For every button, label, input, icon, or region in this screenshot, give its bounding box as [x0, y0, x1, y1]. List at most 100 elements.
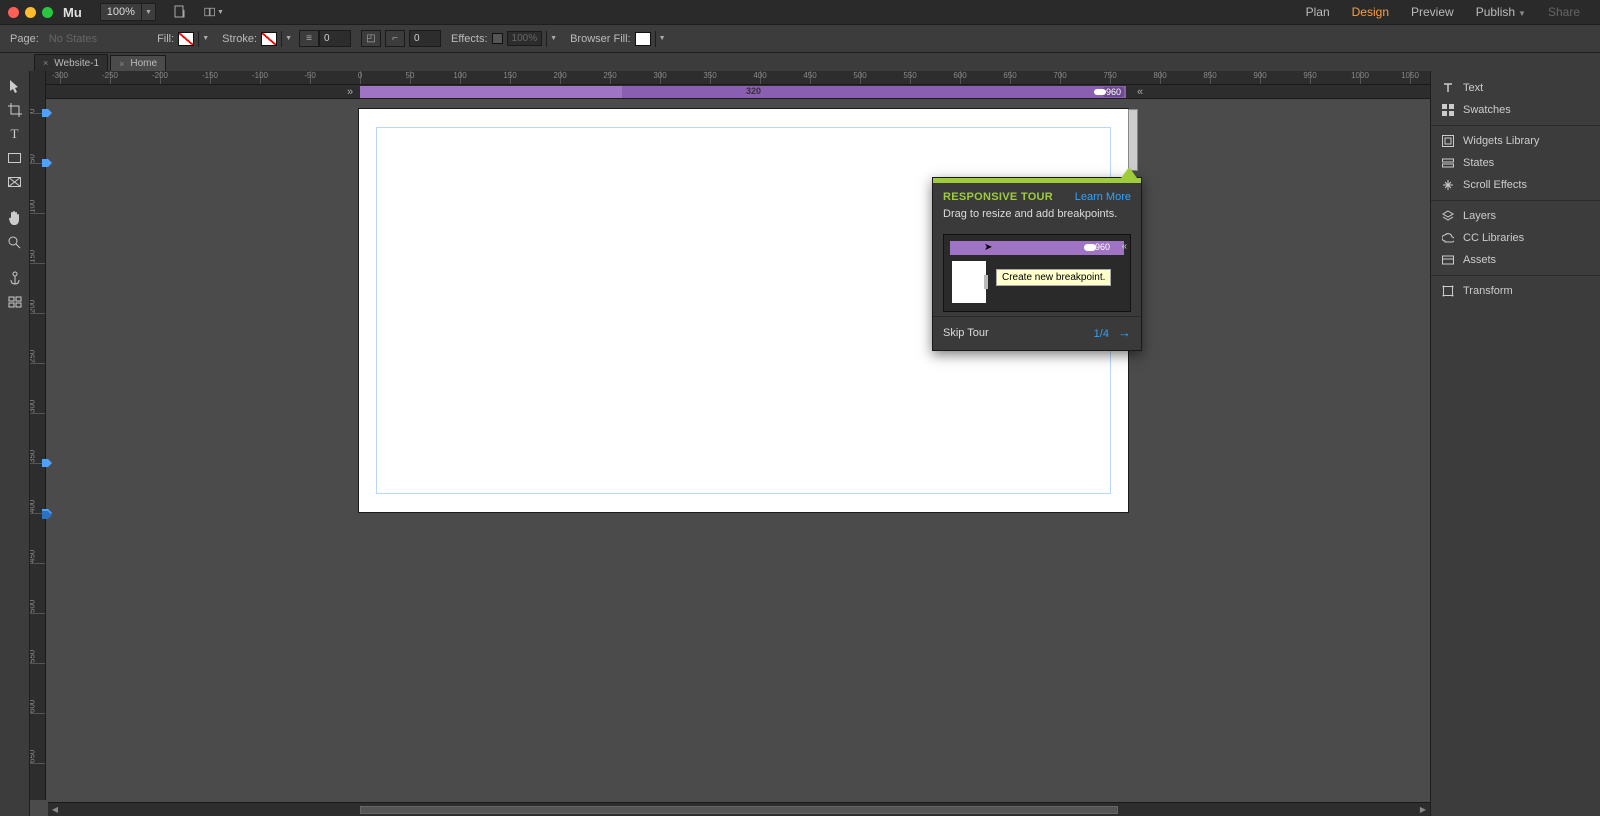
text-tool-icon[interactable]: T — [3, 125, 27, 143]
titlebar: Mu 100% ▼ ▼ Plan Design Preview Publish▼… — [0, 0, 1600, 24]
browser-fill-label: Browser Fill: — [570, 33, 631, 45]
panel-label: Text — [1463, 82, 1483, 94]
breakpoint-toggle-icon[interactable] — [1094, 89, 1106, 95]
panel-label: Assets — [1463, 254, 1496, 266]
panel-transform[interactable]: Transform — [1431, 280, 1600, 302]
panel-swatches[interactable]: Swatches — [1431, 99, 1600, 121]
vertical-ruler[interactable]: 050100150200250300350400450500550600650 — [30, 71, 46, 800]
panel-widgets[interactable]: Widgets Library — [1431, 130, 1600, 152]
illus-tooltip: Create new breakpoint. — [996, 269, 1111, 286]
states-icon — [1441, 156, 1455, 170]
chevron-down-icon[interactable]: ▼ — [281, 31, 295, 47]
browser-fill-swatch[interactable] — [635, 32, 651, 46]
panel-label: CC Libraries — [1463, 232, 1524, 244]
scroll-thumb[interactable] — [360, 806, 1118, 814]
window-zoom-icon[interactable] — [42, 7, 53, 18]
options-bar: Page: No States Fill: ▼ Stroke: ▼ ≡ ◰ ⌐ … — [0, 24, 1600, 53]
panel-label: Widgets Library — [1463, 135, 1539, 147]
panel-label: Swatches — [1463, 104, 1511, 116]
assets-icon — [1441, 253, 1455, 267]
zoom-tool-icon[interactable] — [3, 233, 27, 251]
crop-tool-icon[interactable] — [3, 101, 27, 119]
stroke-width-icon: ≡ — [299, 30, 319, 47]
chevron-down-icon[interactable]: ▼ — [546, 31, 560, 47]
tab-share: Share — [1548, 5, 1580, 19]
right-panels: Text Swatches Widgets Library States Scr… — [1430, 71, 1600, 816]
fill-swatch[interactable] — [178, 32, 194, 46]
tab-publish[interactable]: Publish▼ — [1476, 5, 1526, 19]
swatches-icon — [1441, 103, 1455, 117]
chevron-down-icon[interactable]: ▼ — [141, 4, 155, 20]
stroke-width-input[interactable] — [319, 30, 351, 47]
scroll-effects-icon — [1441, 178, 1455, 192]
tab-design[interactable]: Design — [1352, 5, 1389, 19]
chevron-down-icon[interactable]: ▼ — [198, 31, 212, 47]
panel-scroll-effects[interactable]: Scroll Effects — [1431, 174, 1600, 196]
canvas-area: -300-250-200-150-100-5005010015020025030… — [30, 71, 1430, 816]
stroke-swatch[interactable] — [261, 32, 277, 46]
chevron-down-icon[interactable]: ▼ — [655, 31, 669, 47]
corner-radius-input[interactable] — [409, 30, 441, 47]
effects-opacity[interactable]: 100% — [507, 31, 543, 46]
page-resize-handle[interactable] — [1128, 109, 1138, 171]
breakpoint-max-handle-icon[interactable]: « — [1134, 84, 1146, 100]
effects-checkbox[interactable] — [492, 33, 503, 44]
breakpoint-min-handle-icon[interactable]: » — [344, 84, 356, 100]
doc-options-icon[interactable]: ▼ — [204, 3, 224, 21]
learn-more-link[interactable]: Learn More — [1075, 191, 1131, 203]
page-label: Page: — [10, 33, 39, 45]
tool-strip: T — [0, 71, 30, 816]
scroll-left-icon[interactable]: ◀ — [48, 803, 62, 816]
chevron-down-icon[interactable]: ▼ — [1518, 9, 1526, 18]
panel-assets[interactable]: Assets — [1431, 249, 1600, 271]
panel-label: Transform — [1463, 285, 1513, 297]
doc-tab-label: Home — [130, 58, 157, 69]
page-state-value[interactable]: No States — [49, 33, 97, 45]
close-icon[interactable]: × — [43, 58, 48, 68]
doc-tab-site[interactable]: × Website-1 — [34, 54, 108, 71]
tour-step-indicator: 1/4 — [1094, 328, 1109, 340]
cursor-icon: ➤ — [984, 242, 992, 253]
panel-text[interactable]: Text — [1431, 77, 1600, 99]
panel-states[interactable]: States — [1431, 152, 1600, 174]
breakpoint-segment[interactable]: 960 — [622, 86, 1126, 98]
panel-cc-libraries[interactable]: CC Libraries — [1431, 227, 1600, 249]
scroll-right-icon[interactable]: ▶ — [1416, 803, 1430, 816]
illus-handle — [984, 275, 988, 289]
anchor-tool-icon[interactable] — [3, 269, 27, 287]
transform-icon — [1441, 284, 1455, 298]
breakpoint-bar[interactable]: » 960 320 « — [46, 85, 1430, 99]
chevron-left-icon: « — [1121, 241, 1127, 252]
popover-arrow-icon — [1121, 167, 1137, 178]
window-minimize-icon[interactable] — [25, 7, 36, 18]
app-brand: Mu — [63, 5, 82, 20]
horizontal-ruler[interactable]: -300-250-200-150-100-5005010015020025030… — [46, 71, 1430, 85]
next-step-icon[interactable]: → — [1118, 325, 1131, 340]
zoom-selector[interactable]: 100% ▼ — [100, 3, 156, 21]
breakpoint-segment[interactable] — [360, 86, 622, 98]
doc-tab-page[interactable]: × Home — [110, 55, 166, 72]
new-page-icon[interactable] — [170, 3, 190, 21]
panel-layers[interactable]: Layers — [1431, 205, 1600, 227]
tour-popover: RESPONSIVE TOUR Learn More Drag to resiz… — [932, 177, 1142, 351]
format-tool-icon[interactable] — [3, 293, 27, 311]
zoom-value: 100% — [101, 6, 141, 18]
illus-page — [952, 261, 986, 303]
window-close-icon[interactable] — [8, 7, 19, 18]
tab-plan[interactable]: Plan — [1306, 5, 1330, 19]
horizontal-scrollbar[interactable]: ◀ ▶ — [48, 802, 1430, 816]
selection-tool-icon[interactable] — [3, 77, 27, 95]
tab-preview[interactable]: Preview — [1411, 5, 1454, 19]
layers-icon — [1441, 209, 1455, 223]
scroll-track[interactable] — [62, 805, 1416, 815]
stroke-label: Stroke: — [222, 33, 257, 45]
panel-label: Scroll Effects — [1463, 179, 1527, 191]
hand-tool-icon[interactable] — [3, 209, 27, 227]
close-icon[interactable]: × — [119, 59, 124, 69]
design-surface[interactable]: RESPONSIVE TOUR Learn More Drag to resiz… — [46, 99, 1430, 800]
rectangle-tool-icon[interactable] — [3, 149, 27, 167]
skip-tour-button[interactable]: Skip Tour — [943, 327, 989, 339]
text-icon — [1441, 81, 1455, 95]
breakpoint-min-label: 320 — [746, 86, 761, 96]
frame-tool-icon[interactable] — [3, 173, 27, 191]
